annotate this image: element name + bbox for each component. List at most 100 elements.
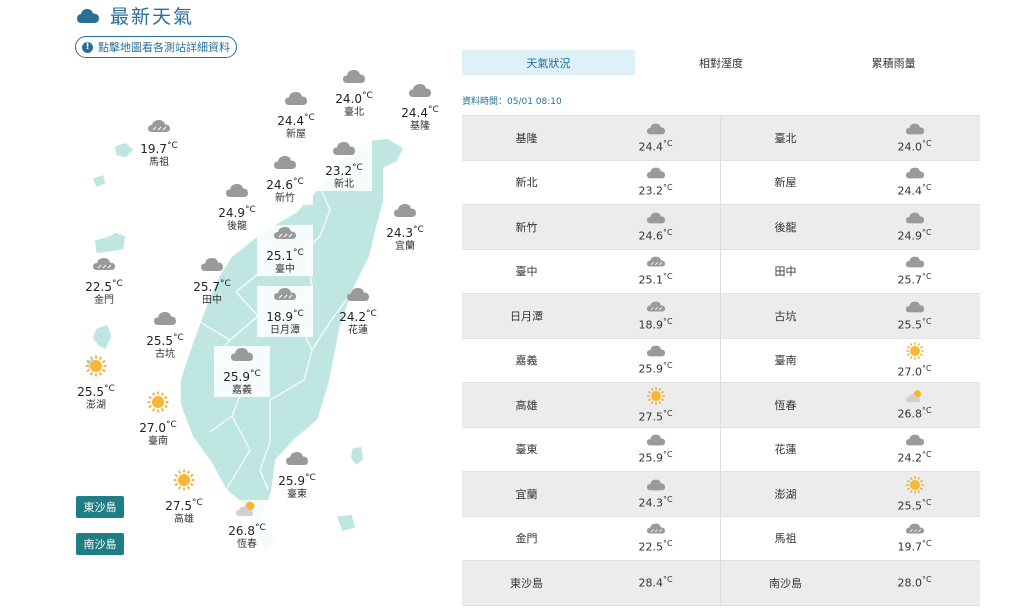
cloudy-icon [646, 122, 666, 139]
station-temp: 25.9°C [638, 450, 673, 466]
station-name-cell: 臺東 [515, 443, 538, 457]
station-name: 臺南 [148, 436, 168, 447]
sun-icon [905, 475, 925, 498]
station-name: 宜蘭 [395, 241, 415, 252]
map-station[interactable]: 24.0°C 臺北 [326, 68, 382, 119]
station-value-cell: 25.9°C [591, 428, 720, 472]
map-station[interactable]: 27.5°C 高雄 [156, 468, 212, 526]
station-value-cell: 25.5°C [850, 472, 979, 516]
map-station[interactable]: 25.9°C 嘉義 [214, 346, 270, 397]
station-temp: 25.5°C [146, 333, 184, 348]
station-value-cell: 28.0°C [850, 561, 979, 605]
station-name-cell: 田中 [774, 265, 797, 279]
station-value-cell: 28.4°C [591, 561, 720, 605]
station-value-cell: 24.4°C [850, 161, 979, 205]
station-value-cell: 24.6°C [591, 205, 720, 249]
page-header: 最新天氣 [76, 2, 194, 29]
cloudy-icon [905, 300, 925, 317]
rain-cloud-icon [257, 225, 313, 245]
map-station[interactable]: 24.3°C 宜蘭 [377, 202, 433, 253]
cloudy-icon [646, 166, 666, 183]
station-name-cell: 日月潭 [510, 309, 543, 323]
dongsha-island-button[interactable]: 東沙島 [76, 496, 124, 518]
station-value-cell: 25.1°C [591, 250, 720, 294]
rain-cloud-icon [257, 286, 313, 306]
station-temp: 25.9°C [223, 369, 261, 384]
partly-cloudy-icon [905, 389, 925, 406]
table-row: 日月潭 18.9°C 古坑 25.5°C [462, 294, 980, 339]
station-temp: 26.8°C [897, 405, 932, 421]
station-temp: 27.5°C [165, 498, 203, 513]
station-name-cell: 基隆 [515, 131, 538, 145]
station-temp: 26.8°C [228, 523, 266, 538]
cloudy-icon [257, 154, 313, 174]
station-name-cell: 金門 [515, 532, 538, 546]
cloudy-icon [326, 68, 382, 88]
station-name: 嘉義 [232, 385, 252, 396]
table-row: 臺中 25.1°C 田中 25.7°C [462, 249, 980, 294]
station-temp: 24.6°C [266, 177, 304, 192]
station-temp: 25.7°C [193, 279, 231, 294]
orchid-island [334, 513, 357, 533]
station-name-cell: 嘉義 [515, 354, 538, 368]
map-station[interactable]: 24.6°C 新竹 [257, 154, 313, 205]
taiwan-map[interactable]: 24.0°C 臺北 24.4°C 基隆 24.4°C 新屋 19.7°C 馬祖 23.2°C 新北… [0, 60, 460, 610]
map-station[interactable]: 25.1°C 臺中 [257, 225, 313, 276]
map-station[interactable]: 23.2°C 新北 [316, 140, 372, 191]
station-name-cell: 新屋 [774, 176, 797, 190]
station-temp: 28.0°C [897, 575, 932, 591]
station-name-cell: 臺南 [774, 354, 797, 368]
station-temp: 25.7°C [897, 272, 932, 288]
cloudy-icon [377, 202, 433, 222]
tab-accumulated-rainfall[interactable]: 累積雨量 [807, 50, 980, 75]
station-name: 高雄 [174, 514, 194, 525]
map-station[interactable]: 25.9°C 臺東 [269, 450, 325, 501]
table-row: 新北 23.2°C 新屋 24.4°C [462, 160, 980, 205]
table-row: 新竹 24.6°C 後龍 24.9°C [462, 205, 980, 250]
page-title: 最新天氣 [110, 6, 195, 28]
station-name: 馬祖 [149, 157, 169, 168]
station-name-cell: 花蓮 [774, 443, 797, 457]
map-station[interactable]: 22.5°C 金門 [76, 256, 132, 307]
tab-relative-humidity[interactable]: 相對溼度 [635, 50, 808, 75]
map-hint-button[interactable]: ! 點擊地圖看各測站詳細資料 [75, 36, 237, 58]
map-station[interactable]: 27.0°C 臺南 [130, 390, 186, 448]
cloudy-icon [137, 310, 193, 330]
station-name: 澎湖 [86, 400, 106, 411]
cloudy-icon [905, 255, 925, 272]
station-temp: 25.5°C [897, 497, 932, 513]
table-row: 高雄 27.5°C 恆春 26.8°C [462, 383, 980, 428]
cloudy-icon [330, 286, 386, 306]
cloud-logo-icon [77, 8, 99, 23]
station-temp: 25.1°C [638, 272, 673, 288]
rain-cloud-icon [646, 255, 666, 272]
map-station[interactable]: 24.2°C 花蓮 [330, 286, 386, 337]
map-station[interactable]: 24.4°C 基隆 [392, 82, 448, 133]
station-temp: 19.7°C [897, 539, 932, 555]
map-station[interactable]: 24.4°C 新屋 [268, 90, 324, 141]
station-value-cell: 18.9°C [591, 294, 720, 338]
station-value-cell: 24.3°C [591, 472, 720, 516]
map-station[interactable]: 26.8°C 恆春 [219, 500, 275, 551]
map-station[interactable]: 25.7°C 田中 [184, 256, 240, 307]
station-temp: 25.5°C [77, 384, 115, 399]
station-name-cell: 宜蘭 [515, 487, 538, 501]
map-station[interactable]: 25.5°C 古坑 [137, 310, 193, 361]
station-value-cell: 24.0°C [850, 116, 979, 160]
station-value-cell: 24.4°C [591, 116, 720, 160]
station-value-cell: 19.7°C [850, 517, 979, 561]
cloudy-icon [646, 433, 666, 450]
station-name: 新竹 [275, 193, 295, 204]
map-station[interactable]: 18.9°C 日月潭 [257, 286, 313, 337]
tab-weather-status[interactable]: 天氣狀況 [462, 50, 635, 75]
station-name: 基隆 [410, 121, 430, 132]
station-temp: 24.0°C [897, 138, 932, 154]
nansha-island-button[interactable]: 南沙島 [76, 533, 124, 555]
station-name: 恆春 [237, 539, 257, 550]
station-name: 金門 [94, 295, 114, 306]
station-value-cell: 25.5°C [850, 294, 979, 338]
map-station[interactable]: 19.7°C 馬祖 [131, 118, 187, 169]
station-temp: 23.2°C [325, 163, 363, 178]
station-temp: 24.9°C [897, 227, 932, 243]
map-station[interactable]: 25.5°C 澎湖 [68, 354, 124, 412]
